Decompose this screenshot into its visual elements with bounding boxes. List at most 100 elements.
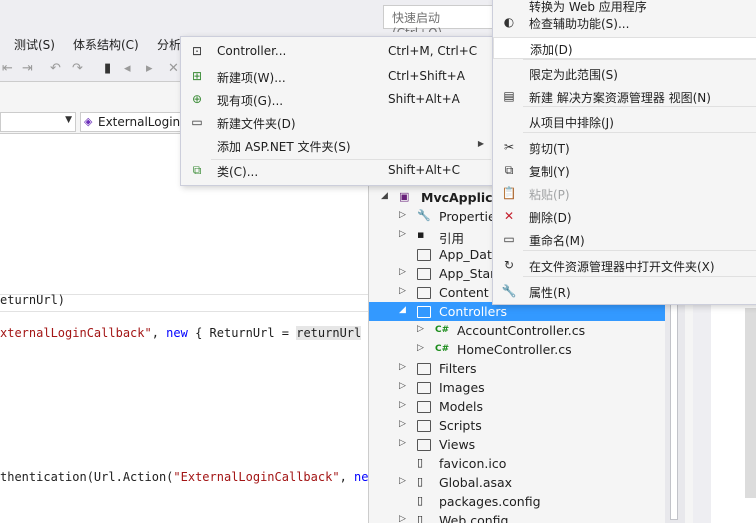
bookmark-icon[interactable]: ▮ bbox=[104, 61, 111, 76]
accessibility-icon: ◐ bbox=[503, 15, 515, 29]
expand-closed-icon[interactable]: ▷ bbox=[399, 210, 406, 220]
paste-icon: 📋 bbox=[501, 186, 517, 200]
menu-item-label: 粘贴(P) bbox=[529, 188, 570, 202]
menu-item-shortcut: Shift+Alt+A bbox=[388, 92, 460, 106]
folder-icon bbox=[417, 382, 431, 394]
menu-architecture[interactable]: 体系结构(C) bbox=[73, 36, 139, 53]
menu-separator bbox=[523, 106, 756, 107]
menu-test[interactable]: 测试(S) bbox=[14, 36, 55, 53]
code-text: { ReturnUrl = bbox=[187, 326, 297, 340]
folder-icon bbox=[417, 249, 431, 261]
project-icon: ▣ bbox=[399, 190, 410, 203]
context-menu-item[interactable]: ✕ 删除(D) bbox=[493, 206, 756, 228]
clear-bookmarks-icon[interactable]: ✕ bbox=[168, 61, 179, 76]
tree-item[interactable]: ▷ ▯ Global.asax bbox=[369, 473, 666, 492]
expand-open-icon[interactable]: ◢ bbox=[399, 305, 406, 315]
open-folder-icon: ↻ bbox=[503, 258, 515, 272]
panel-stripe bbox=[693, 298, 711, 523]
tree-item[interactable]: ▷ Filters bbox=[369, 359, 666, 378]
menu-analyze[interactable]: 分析 bbox=[157, 36, 181, 53]
expand-closed-icon[interactable]: ▷ bbox=[399, 381, 406, 391]
code-text: , bbox=[151, 326, 167, 340]
folder-icon bbox=[417, 420, 431, 432]
context-menu-item[interactable]: ◐ 检查辅助功能(S)... bbox=[493, 12, 756, 34]
tree-item-label: AccountController.cs bbox=[457, 323, 586, 338]
context-menu-item[interactable]: ✂ 剪切(T) bbox=[493, 137, 756, 159]
expand-closed-icon[interactable]: ▷ bbox=[399, 362, 406, 372]
expand-open-icon[interactable]: ◢ bbox=[381, 191, 388, 201]
menu-item-shortcut: Ctrl+Shift+A bbox=[388, 69, 465, 83]
expand-closed-icon[interactable]: ▷ bbox=[399, 286, 406, 296]
context-menu-item[interactable]: 🔧 属性(R) bbox=[493, 281, 756, 303]
menu-item-label: 现有项(G)... bbox=[217, 94, 284, 108]
type-dropdown[interactable]: ▼ bbox=[0, 112, 76, 132]
expand-closed-icon[interactable]: ▷ bbox=[399, 438, 406, 448]
add-menu-item[interactable]: 添加 ASP.NET 文件夹(S) ▶ bbox=[181, 135, 494, 157]
add-submenu: ⊡ Controller... Ctrl+M, Ctrl+C ⊞ 新建项(W)... Ct… bbox=[180, 36, 495, 186]
context-menu-item[interactable]: 从项目中排除(J) bbox=[493, 111, 756, 133]
expand-closed-icon[interactable]: ▷ bbox=[399, 514, 406, 523]
menu-separator bbox=[523, 250, 756, 251]
folder-icon bbox=[417, 287, 431, 299]
tree-item-label: Scripts bbox=[439, 418, 482, 433]
expand-closed-icon[interactable]: ▷ bbox=[399, 400, 406, 410]
add-menu-item[interactable]: ⧉ 类(C)... Shift+Alt+C bbox=[181, 160, 494, 182]
indent-icon[interactable]: ⇥ bbox=[22, 61, 33, 76]
outdent-icon[interactable]: ⇤ bbox=[2, 61, 13, 76]
add-menu-item[interactable]: ⊕ 现有项(G)... Shift+Alt+A bbox=[181, 89, 494, 111]
tree-item-label: Web.config bbox=[439, 513, 509, 523]
tree-item[interactable]: ▷ C# AccountController.cs bbox=[369, 321, 666, 340]
new-folder-icon: ▭ bbox=[191, 115, 203, 129]
csharp-icon: C# bbox=[435, 344, 450, 354]
tree-item[interactable]: ▷ C# HomeController.cs bbox=[369, 340, 666, 359]
properties-icon: 🔧 bbox=[501, 284, 517, 298]
scrollbar[interactable] bbox=[665, 298, 685, 523]
expand-closed-icon[interactable]: ▷ bbox=[399, 267, 406, 277]
folder-icon bbox=[417, 401, 431, 413]
tree-item[interactable]: ▯ packages.config bbox=[369, 492, 666, 511]
code-string: "ExternalLoginCallback" bbox=[173, 470, 340, 484]
method-icon: ◈ bbox=[84, 115, 93, 128]
scrollbar-thumb[interactable] bbox=[670, 300, 678, 520]
config-file-icon: ▯ bbox=[417, 513, 424, 523]
context-menu-item[interactable]: ↻ 在文件资源管理器中打开文件夹(X) bbox=[493, 255, 756, 277]
menu-item-label: 删除(D) bbox=[529, 211, 572, 225]
comment-icon[interactable]: ↶ bbox=[50, 61, 61, 76]
add-menu-item[interactable]: ⊞ 新建项(W)... Ctrl+Shift+A bbox=[181, 66, 494, 88]
tree-item[interactable]: ▷ Scripts bbox=[369, 416, 666, 435]
tree-item[interactable]: ▷ Images bbox=[369, 378, 666, 397]
add-menu-item[interactable]: ▭ 新建文件夹(D) bbox=[181, 112, 494, 134]
tree-item[interactable]: ▷ ▯ Web.config bbox=[369, 511, 666, 523]
panel-edge bbox=[745, 308, 756, 498]
code-text: returnUrl bbox=[296, 326, 362, 340]
folder-icon bbox=[417, 268, 431, 280]
tree-item[interactable]: ▷ Views bbox=[369, 435, 666, 454]
delete-icon: ✕ bbox=[503, 209, 515, 223]
add-menu-item[interactable]: ⊡ Controller... Ctrl+M, Ctrl+C bbox=[181, 41, 494, 63]
menu-separator bbox=[211, 159, 491, 160]
expand-closed-icon[interactable]: ▷ bbox=[399, 476, 406, 486]
expand-closed-icon[interactable]: ▷ bbox=[399, 419, 406, 429]
expand-closed-icon[interactable]: ▷ bbox=[399, 229, 406, 239]
context-menu-item[interactable]: 添加(D) bbox=[493, 37, 756, 59]
context-menu-item[interactable]: 限定为此范围(S) bbox=[493, 63, 756, 85]
expand-closed-icon[interactable]: ▷ bbox=[417, 343, 424, 353]
code-editor[interactable]: eturnUrl) xternalLoginCallback", new { R… bbox=[0, 134, 368, 523]
tree-item[interactable]: ▯ favicon.ico bbox=[369, 454, 666, 473]
folder-icon bbox=[417, 306, 431, 318]
tree-item-label: Global.asax bbox=[439, 475, 513, 490]
context-menu-item[interactable]: ⧉ 复制(Y) bbox=[493, 160, 756, 182]
context-menu-item[interactable]: 📋 粘贴(P) bbox=[493, 183, 756, 205]
context-menu-item[interactable]: ▭ 重命名(M) bbox=[493, 229, 756, 251]
copy-icon: ⧉ bbox=[504, 163, 514, 177]
member-dropdown[interactable]: ◈ ExternalLogin( bbox=[80, 112, 190, 132]
controller-icon: ⊡ bbox=[191, 44, 203, 58]
expand-closed-icon[interactable]: ▷ bbox=[417, 324, 424, 334]
prev-bookmark-icon[interactable]: ◂ bbox=[124, 61, 131, 76]
context-menu-item[interactable]: ▤ 新建 解决方案资源管理器 视图(N) bbox=[493, 86, 756, 108]
next-bookmark-icon[interactable]: ▸ bbox=[146, 61, 153, 76]
uncomment-icon[interactable]: ↷ bbox=[72, 61, 83, 76]
tree-item[interactable]: ▷ Models bbox=[369, 397, 666, 416]
code-keyword: new bbox=[354, 470, 368, 484]
quick-launch-input[interactable]: 快速启动 (Ctrl+Q) bbox=[383, 5, 495, 40]
